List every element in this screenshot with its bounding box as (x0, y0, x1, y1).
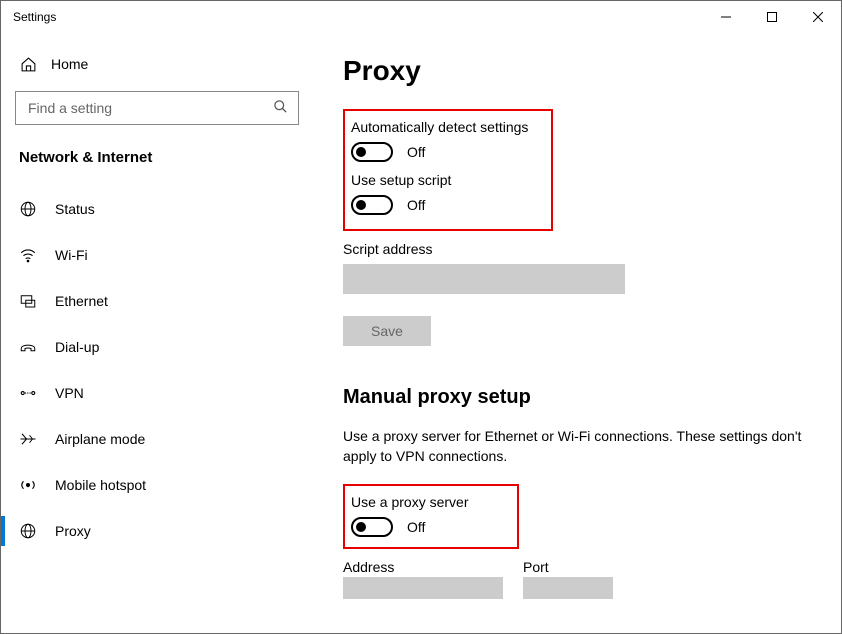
nav-label: Ethernet (55, 293, 108, 309)
proxy-icon (19, 522, 37, 540)
nav-item-status[interactable]: Status (1, 186, 313, 232)
search-icon (273, 99, 288, 117)
minimize-button[interactable] (703, 1, 749, 33)
nav-item-hotspot[interactable]: Mobile hotspot (1, 462, 313, 508)
search-box[interactable] (15, 91, 299, 125)
home-label: Home (51, 56, 88, 72)
manual-description: Use a proxy server for Ethernet or Wi-Fi… (343, 427, 803, 466)
page-title: Proxy (343, 55, 811, 87)
titlebar: Settings (1, 1, 841, 33)
nav-label: Wi-Fi (55, 247, 88, 263)
home-icon (19, 55, 37, 73)
nav-item-vpn[interactable]: VPN (1, 370, 313, 416)
maximize-icon (767, 12, 777, 22)
category-title: Network & Internet (1, 135, 313, 182)
nav-item-dialup[interactable]: Dial-up (1, 324, 313, 370)
nav-label: VPN (55, 385, 84, 401)
script-address-label: Script address (343, 241, 811, 257)
script-address-input (343, 264, 625, 294)
port-input (523, 577, 613, 599)
manual-section-title: Manual proxy setup (343, 386, 811, 409)
nav-label: Airplane mode (55, 431, 145, 447)
nav-item-airplane[interactable]: Airplane mode (1, 416, 313, 462)
setup-script-state: Off (407, 197, 425, 213)
address-input (343, 577, 503, 599)
vpn-icon (19, 384, 37, 402)
nav-label: Status (55, 201, 95, 217)
use-proxy-toggle[interactable] (351, 517, 393, 537)
nav-list: Status Wi-Fi Ethernet (1, 186, 313, 554)
address-label: Address (343, 559, 503, 575)
status-icon (19, 200, 37, 218)
dialup-icon (19, 338, 37, 356)
save-button: Save (343, 316, 431, 346)
auto-detect-toggle[interactable] (351, 142, 393, 162)
search-input[interactable] (26, 99, 273, 117)
nav-label: Proxy (55, 523, 91, 539)
content-pane: Proxy Automatically detect settings Off … (313, 33, 841, 633)
use-proxy-state: Off (407, 519, 425, 535)
highlight-auto-section: Automatically detect settings Off Use se… (343, 109, 553, 231)
highlight-proxy-section: Use a proxy server Off (343, 484, 519, 549)
minimize-icon (721, 12, 731, 22)
auto-detect-state: Off (407, 144, 425, 160)
sidebar: Home Network & Internet Status (1, 33, 313, 633)
home-link[interactable]: Home (1, 45, 313, 83)
wifi-icon (19, 246, 37, 264)
window-title: Settings (13, 10, 56, 24)
auto-detect-label: Automatically detect settings (351, 119, 541, 135)
nav-label: Mobile hotspot (55, 477, 146, 493)
close-icon (813, 12, 823, 22)
settings-window: Settings Home Networ (0, 0, 842, 634)
save-label: Save (371, 323, 403, 339)
nav-item-ethernet[interactable]: Ethernet (1, 278, 313, 324)
port-label: Port (523, 559, 613, 575)
nav-item-proxy[interactable]: Proxy (1, 508, 313, 554)
close-button[interactable] (795, 1, 841, 33)
airplane-icon (19, 430, 37, 448)
nav-label: Dial-up (55, 339, 99, 355)
ethernet-icon (19, 292, 37, 310)
hotspot-icon (19, 476, 37, 494)
setup-script-label: Use setup script (351, 172, 541, 188)
maximize-button[interactable] (749, 1, 795, 33)
setup-script-toggle[interactable] (351, 195, 393, 215)
use-proxy-label: Use a proxy server (351, 494, 507, 510)
nav-item-wifi[interactable]: Wi-Fi (1, 232, 313, 278)
